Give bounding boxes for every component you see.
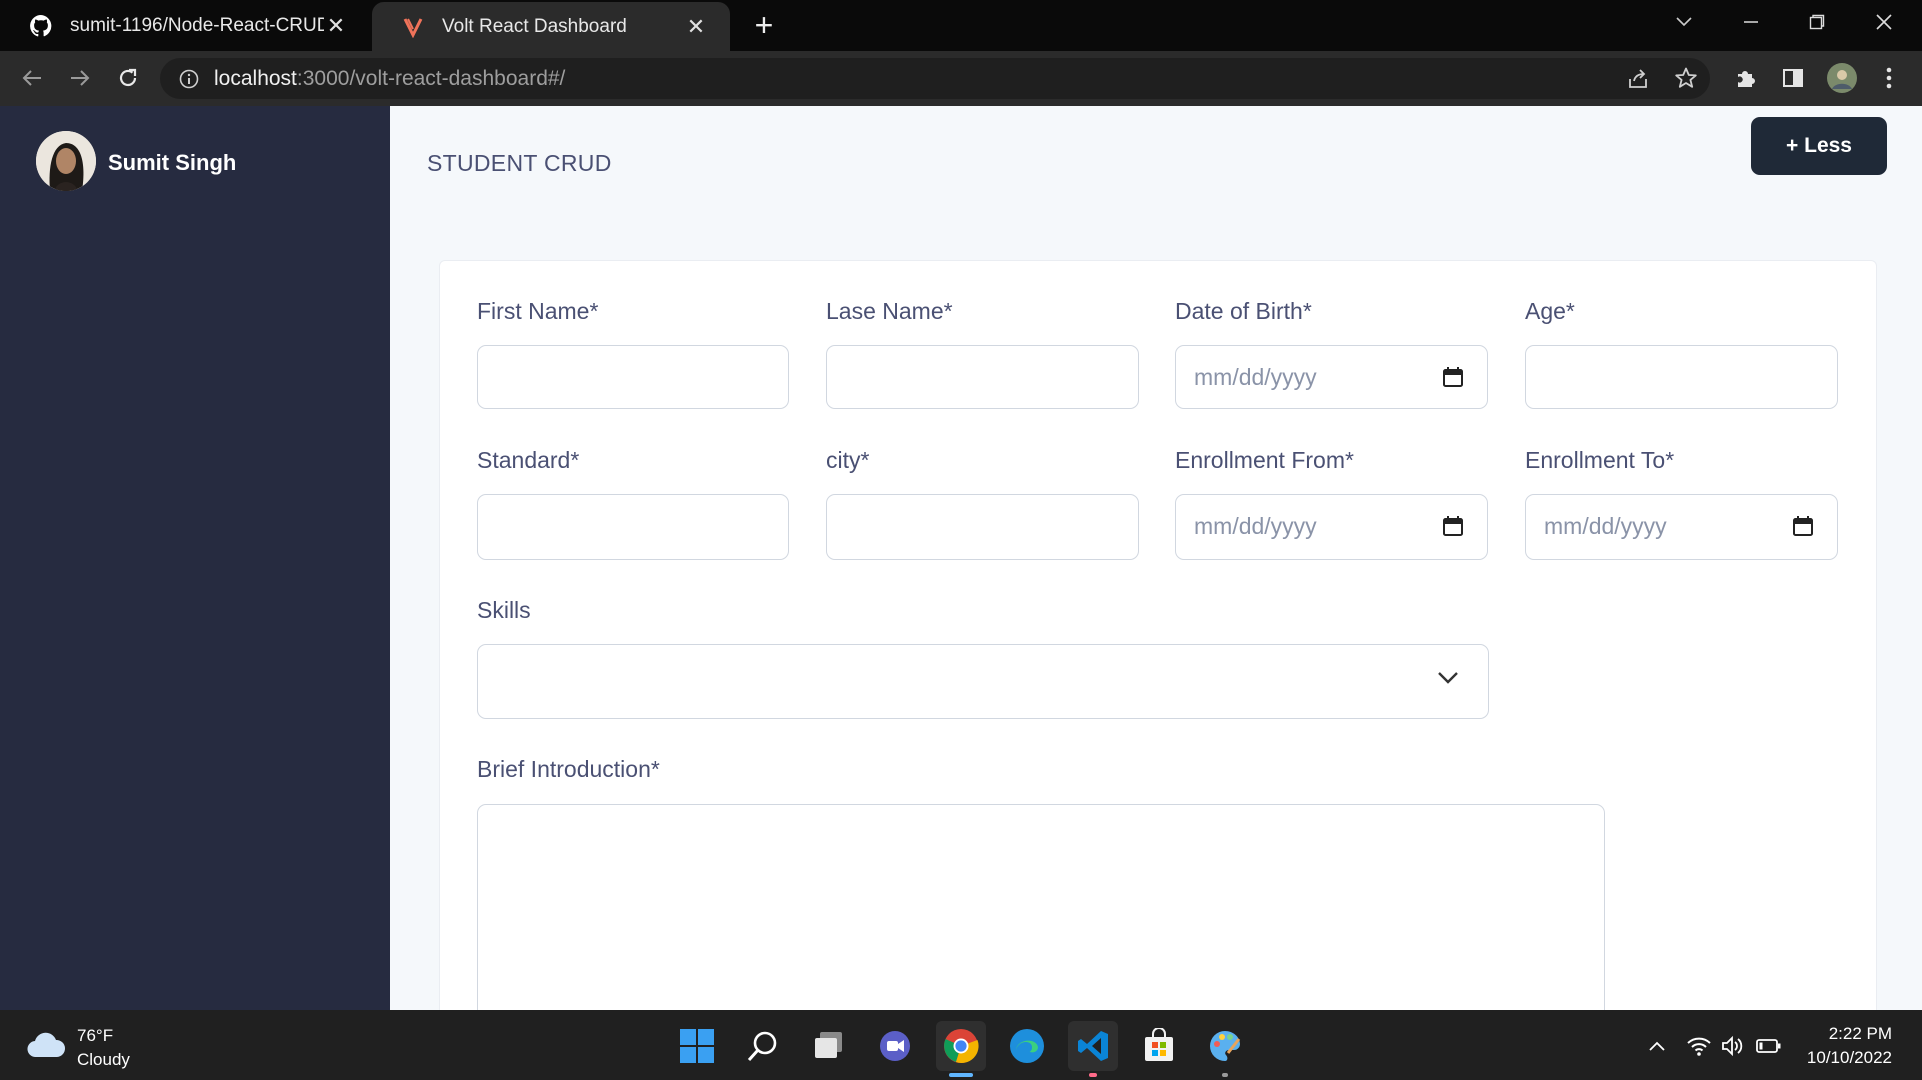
chrome-taskbar-icon[interactable] [936, 1021, 986, 1077]
browser-tab-strip: sumit-1196/Node-React-CRUD ✕ Volt React … [0, 0, 1922, 51]
profile-avatar-icon[interactable] [1824, 60, 1860, 96]
enrollment-from-date-input[interactable]: mm/dd/yyyy [1175, 494, 1488, 560]
standard-input[interactable] [477, 494, 789, 560]
clock-time: 2:22 PM [1828, 1024, 1892, 1043]
volume-icon[interactable] [1719, 1032, 1747, 1060]
app-alert-indicator [1089, 1073, 1097, 1077]
age-label: Age* [1525, 298, 1575, 324]
main-content: STUDENT CRUD + Less First Name* Lase Nam… [390, 106, 1922, 1010]
weather-widget[interactable]: 76°F Cloudy [77, 1024, 130, 1072]
battery-icon[interactable] [1755, 1032, 1783, 1060]
site-info-icon[interactable] [178, 68, 200, 90]
page-title: STUDENT CRUD [427, 150, 612, 176]
brief-introduction-textarea[interactable] [477, 804, 1605, 1010]
show-hidden-icons-chevron-up-icon[interactable] [1643, 1032, 1671, 1060]
vscode-icon[interactable] [1068, 1021, 1118, 1077]
weather-temperature: 76°F [77, 1026, 114, 1045]
minimize-icon[interactable] [1723, 0, 1779, 44]
tab-volt-dashboard[interactable]: Volt React Dashboard ✕ [372, 2, 730, 51]
paint-palette-icon[interactable] [1200, 1021, 1250, 1077]
tab-search-chevron-icon[interactable] [1656, 0, 1712, 44]
extensions-puzzle-icon[interactable] [1728, 60, 1764, 96]
tab-github[interactable]: sumit-1196/Node-React-CRUD ✕ [0, 0, 370, 51]
close-tab-icon[interactable]: ✕ [684, 14, 708, 39]
dob-placeholder: mm/dd/yyyy [1194, 364, 1317, 390]
less-toggle-button[interactable]: + Less [1751, 117, 1887, 175]
chevron-down-icon [1436, 670, 1460, 686]
share-icon[interactable] [1626, 67, 1650, 96]
tab-title: Volt React Dashboard [442, 15, 627, 37]
back-arrow-icon[interactable] [14, 60, 50, 96]
url-text: localhost:3000/volt-react-dashboard#/ [214, 67, 565, 91]
search-icon[interactable] [738, 1021, 788, 1071]
city-label: city* [826, 447, 870, 473]
active-app-indicator [949, 1073, 973, 1077]
tab-title: sumit-1196/Node-React-CRUD [70, 14, 324, 36]
user-name: Sumit Singh [108, 150, 237, 175]
cloud-weather-icon[interactable] [26, 1031, 66, 1064]
enrollment-from-label: Enrollment From* [1175, 447, 1354, 473]
close-tab-icon[interactable]: ✕ [324, 13, 348, 38]
windows-start-icon[interactable] [672, 1021, 722, 1071]
avatar[interactable] [36, 131, 96, 191]
enrollment-to-date-input[interactable]: mm/dd/yyyy [1525, 494, 1838, 560]
city-input[interactable] [826, 494, 1139, 560]
system-clock[interactable]: 2:22 PM 10/10/2022 [1807, 1022, 1892, 1070]
enrollment-from-placeholder: mm/dd/yyyy [1194, 513, 1317, 539]
clock-date: 10/10/2022 [1806, 1048, 1892, 1067]
close-window-icon[interactable] [1856, 0, 1912, 44]
first-name-input[interactable] [477, 345, 789, 409]
calendar-icon[interactable] [1791, 514, 1815, 538]
calendar-icon[interactable] [1441, 365, 1465, 389]
age-input[interactable] [1525, 345, 1838, 409]
url-host: localhost [214, 67, 297, 90]
brief-introduction-label: Brief Introduction* [477, 756, 660, 782]
app-running-indicator [1222, 1073, 1228, 1077]
student-form-card: First Name* Lase Name* Date of Birth* mm… [439, 260, 1877, 1010]
reload-icon[interactable] [110, 60, 146, 96]
standard-label: Standard* [477, 447, 580, 473]
browser-toolbar: localhost:3000/volt-react-dashboard#/ [0, 51, 1922, 106]
restore-icon[interactable] [1789, 0, 1845, 44]
browser-menu-icon[interactable] [1871, 60, 1907, 96]
github-icon [28, 13, 54, 39]
volt-icon [400, 14, 426, 40]
sidebar: Sumit Singh [0, 106, 390, 1010]
url-path: :3000/volt-react-dashboard#/ [296, 67, 566, 90]
last-name-label: Lase Name* [826, 298, 953, 324]
new-tab-icon[interactable]: + [748, 9, 780, 42]
calendar-icon[interactable] [1441, 514, 1465, 538]
forward-arrow-icon[interactable] [62, 60, 98, 96]
side-panel-icon[interactable] [1775, 60, 1811, 96]
enrollment-to-label: Enrollment To* [1525, 447, 1675, 473]
last-name-input[interactable] [826, 345, 1139, 409]
dob-date-input[interactable]: mm/dd/yyyy [1175, 345, 1488, 409]
skills-label: Skills [477, 597, 531, 623]
microsoft-store-icon[interactable] [1134, 1021, 1184, 1071]
skills-select[interactable] [477, 644, 1489, 719]
edge-icon[interactable] [1002, 1021, 1052, 1071]
teams-chat-icon[interactable] [870, 1021, 920, 1071]
wifi-icon[interactable] [1685, 1032, 1713, 1060]
task-view-icon[interactable] [804, 1021, 854, 1071]
first-name-label: First Name* [477, 298, 599, 324]
address-bar[interactable]: localhost:3000/volt-react-dashboard#/ [160, 58, 1710, 99]
dob-label: Date of Birth* [1175, 298, 1312, 324]
os-taskbar: 76°F Cloudy 2:22 PM 10/10/2022 [0, 1010, 1922, 1080]
enrollment-to-placeholder: mm/dd/yyyy [1544, 513, 1667, 539]
weather-description: Cloudy [77, 1050, 130, 1069]
bookmark-star-icon[interactable] [1674, 66, 1698, 95]
